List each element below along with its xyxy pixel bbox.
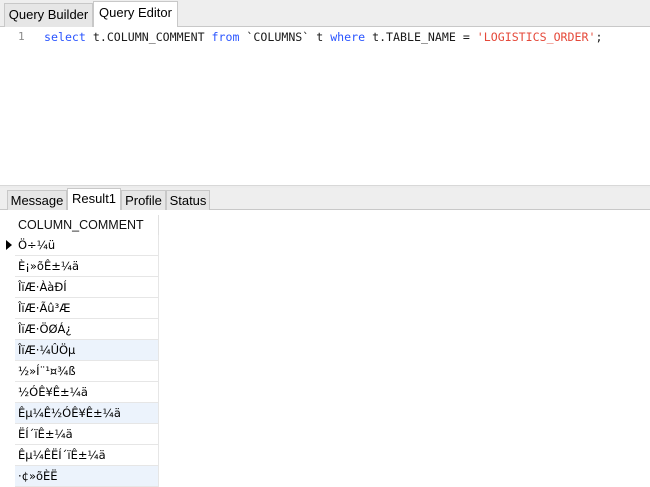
grid-rows: Ö÷¼ü È¡»õÊ±¼ä ÎïÆ·ÀàÐÍ ÎïÆ·Ãû³Æ ÎïÆ·ÖØÁ¿… <box>0 235 650 487</box>
table-row[interactable]: ÎïÆ·ÖØÁ¿ <box>0 319 160 340</box>
sql-keyword-select: select <box>44 30 86 44</box>
result-grid: COLUMN_COMMENT Ö÷¼ü È¡»õÊ±¼ä ÎïÆ·ÀàÐÍ Îï… <box>0 210 650 487</box>
sql-keyword-from: from <box>211 30 240 44</box>
sql-editor[interactable]: 1 select t.COLUMN_COMMENT from `COLUMNS`… <box>0 27 650 185</box>
sql-string-literal: 'LOGISTICS_ORDER' <box>476 30 596 44</box>
table-row[interactable]: ËÍ´ïÊ±¼ä <box>0 424 160 445</box>
table-row[interactable]: ÎïÆ·¼ÛÖµ <box>0 340 160 361</box>
table-row[interactable]: ÎïÆ·ÀàÐÍ <box>0 277 160 298</box>
grid-cell[interactable]: ËÍ´ïÊ±¼ä <box>15 424 159 445</box>
table-row[interactable]: ½»Í¨¹¤¾ß <box>0 361 160 382</box>
current-row-indicator-icon <box>6 240 12 250</box>
tab-query-builder[interactable]: Query Builder <box>4 3 93 27</box>
grid-cell[interactable]: ÎïÆ·ÖØÁ¿ <box>15 319 159 340</box>
grid-cell[interactable]: Êµ¼ÊËÍ´ïÊ±¼ä <box>15 445 159 466</box>
line-number: 1 <box>18 30 25 43</box>
table-row[interactable]: ÎïÆ·Ãû³Æ <box>0 298 160 319</box>
sql-condition: t.TABLE_NAME = <box>365 30 477 44</box>
grid-cell[interactable]: ÎïÆ·ÀàÐÍ <box>15 277 159 298</box>
grid-cell[interactable]: Ö÷¼ü <box>15 235 159 256</box>
tab-message[interactable]: Message <box>7 190 67 210</box>
table-row[interactable]: È¡»õÊ±¼ä <box>0 256 160 277</box>
grid-cell[interactable]: ½ÓÊ¥Ê±¼ä <box>15 382 159 403</box>
sql-code-line[interactable]: select t.COLUMN_COMMENT from `COLUMNS` t… <box>44 30 602 44</box>
table-row[interactable]: Êµ¼ÊËÍ´ïÊ±¼ä <box>0 445 160 466</box>
table-row[interactable]: Êµ¼Ê½ÓÊ¥Ê±¼ä <box>0 403 160 424</box>
grid-cell[interactable]: È¡»õÊ±¼ä <box>15 256 159 277</box>
column-header-column-comment[interactable]: COLUMN_COMMENT <box>15 215 159 235</box>
sql-terminator: ; <box>595 30 603 44</box>
editor-tab-bar: Query Builder Query Editor <box>0 0 650 28</box>
table-row[interactable]: Ö÷¼ü <box>0 235 160 256</box>
grid-cell[interactable]: ÎïÆ·Ãû³Æ <box>15 298 159 319</box>
grid-cell[interactable]: Êµ¼Ê½ÓÊ¥Ê±¼ä <box>15 403 159 424</box>
tab-result1[interactable]: Result1 <box>67 188 121 210</box>
tab-profile[interactable]: Profile <box>121 190 166 210</box>
sql-keyword-where: where <box>330 30 366 44</box>
sql-select-expression: t.COLUMN_COMMENT <box>85 30 212 44</box>
grid-cell[interactable]: ÎïÆ·¼ÛÖµ <box>15 340 159 361</box>
tab-status[interactable]: Status <box>166 190 210 210</box>
grid-cell[interactable]: ½»Í¨¹¤¾ß <box>15 361 159 382</box>
tab-query-editor[interactable]: Query Editor <box>93 1 178 28</box>
result-tab-bar: Message Result1 Profile Status <box>0 188 650 210</box>
sql-table-reference: `COLUMNS` t <box>239 30 331 44</box>
table-row[interactable]: ½ÓÊ¥Ê±¼ä <box>0 382 160 403</box>
line-gutter: 1 <box>0 27 36 185</box>
